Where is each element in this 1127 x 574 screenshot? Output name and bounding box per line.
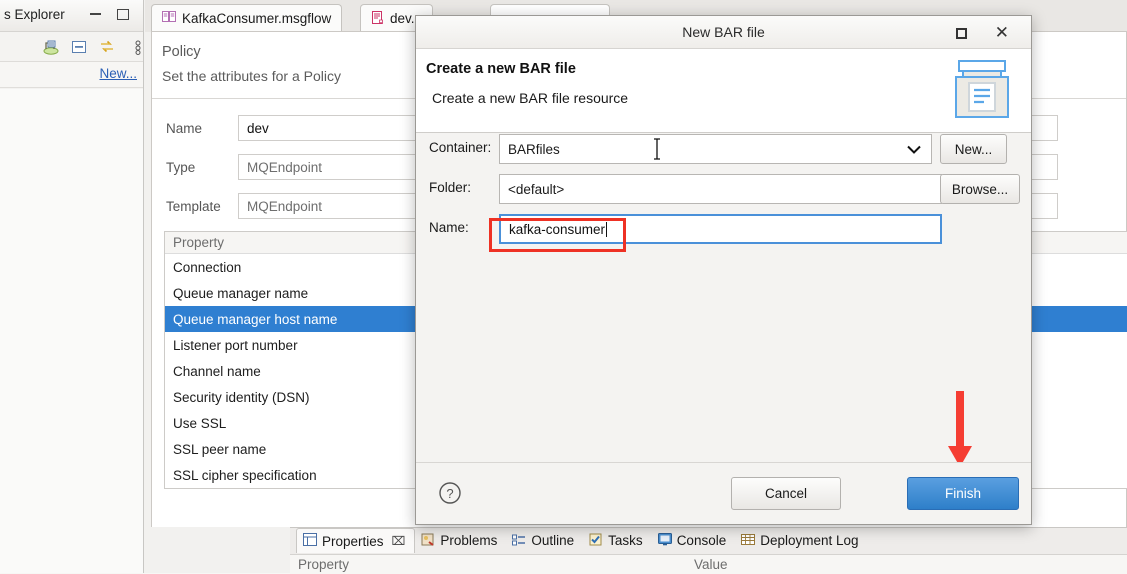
editor-tab-label: KafkaConsumer.msgflow — [182, 11, 331, 26]
finish-button-arrow-annotation — [946, 391, 974, 469]
new-bar-file-dialog: New BAR file ✕ Create a new BAR file Cre… — [415, 15, 1032, 525]
maximize-icon[interactable] — [956, 28, 967, 39]
policy-icon — [371, 11, 384, 27]
bar-file-icon — [953, 59, 1011, 121]
bottom-tab-label: Problems — [440, 533, 497, 548]
folder-label: Folder: — [429, 180, 471, 195]
bottom-properties-header: Property Value — [290, 554, 1127, 574]
maximize-icon[interactable] — [117, 9, 129, 20]
close-icon[interactable]: ⌧ — [392, 534, 406, 548]
help-icon[interactable]: ? — [438, 481, 462, 505]
bottom-tab-tasks[interactable]: Tasks — [583, 528, 652, 553]
link-editor-icon[interactable] — [98, 38, 116, 56]
bottom-tab-label: Tasks — [608, 533, 643, 548]
bottom-tab-deployment-log[interactable]: Deployment Log — [735, 528, 867, 553]
bottom-tab-label: Outline — [531, 533, 574, 548]
svg-text:?: ? — [446, 486, 453, 501]
properties-icon — [303, 533, 317, 549]
dialog-header: Create a new BAR file Create a new BAR f… — [416, 49, 1031, 133]
finish-button[interactable]: Finish — [907, 477, 1019, 510]
dialog-heading: Create a new BAR file — [426, 61, 576, 77]
text-caret — [606, 222, 607, 237]
dialog-footer: ? Cancel Finish — [416, 462, 1031, 524]
field-label: Template — [166, 199, 238, 214]
column-header-value: Value — [694, 557, 728, 572]
dialog-titlebar: New BAR file ✕ — [416, 16, 1031, 49]
field-label: Type — [166, 160, 238, 175]
bottom-view-stack: Properties ⌧ Problems Outline Tasks Console De… — [290, 527, 1127, 573]
bottom-tab-outline[interactable]: Outline — [506, 528, 583, 553]
new-link[interactable]: New... — [99, 66, 137, 81]
chevron-down-icon[interactable] — [897, 134, 932, 164]
editor-tab-kafkaconsumer[interactable]: KafkaConsumer.msgflow — [151, 4, 342, 32]
bottom-tab-label: Deployment Log — [760, 533, 858, 548]
container-input[interactable]: BARfiles — [499, 134, 912, 164]
bottom-tab-bar: Properties ⌧ Problems Outline Tasks Console De… — [296, 528, 868, 553]
name-row: Name: kafka-consumer — [416, 214, 1031, 244]
container-new-button[interactable]: New... — [940, 134, 1007, 164]
explorer-panel: s Explorer — [0, 0, 144, 573]
bar-name-value: kafka-consumer — [509, 222, 605, 237]
explorer-title: s Explorer — [4, 7, 65, 22]
dialog-title: New BAR file — [416, 24, 1031, 40]
outline-icon — [512, 533, 526, 549]
bottom-tab-problems[interactable]: Problems — [415, 528, 506, 553]
container-row: Container: BARfiles New... — [416, 134, 1031, 164]
tasks-icon — [589, 533, 603, 549]
collapse-all-icon[interactable] — [70, 38, 88, 56]
dialog-description: Create a new BAR file resource — [432, 90, 628, 106]
column-header-property: Property — [298, 557, 349, 572]
field-label: Name — [166, 121, 238, 136]
cancel-button[interactable]: Cancel — [731, 477, 841, 510]
deployment-log-icon — [741, 533, 755, 549]
bottom-tab-console[interactable]: Console — [652, 528, 736, 553]
explorer-titlebar: s Explorer — [0, 0, 143, 32]
explorer-toolbar — [0, 32, 143, 62]
console-icon — [658, 533, 672, 549]
close-icon[interactable]: ✕ — [995, 22, 1009, 44]
folder-browse-button[interactable]: Browse... — [940, 174, 1020, 204]
bottom-tab-properties[interactable]: Properties ⌧ — [296, 528, 415, 553]
mouse-cursor-ibeam — [652, 138, 662, 160]
container-label: Container: — [429, 140, 491, 155]
explorer-link-row: New... — [0, 62, 143, 88]
bar-name-input[interactable]: kafka-consumer — [499, 214, 942, 244]
msgflow-icon — [162, 11, 176, 26]
folder-input[interactable]: <default> — [499, 174, 942, 204]
bottom-tab-label: Properties — [322, 534, 384, 549]
explorer-tree[interactable] — [0, 89, 143, 573]
minimize-icon[interactable] — [90, 13, 101, 15]
name-label: Name: — [429, 220, 469, 235]
bottom-tab-label: Console — [677, 533, 727, 548]
deploy-icon[interactable] — [42, 38, 60, 56]
problems-icon — [421, 533, 435, 549]
folder-row: Folder: <default> Browse... — [416, 174, 1031, 204]
dialog-form: Container: BARfiles New... Folder: <defa… — [416, 134, 1031, 254]
